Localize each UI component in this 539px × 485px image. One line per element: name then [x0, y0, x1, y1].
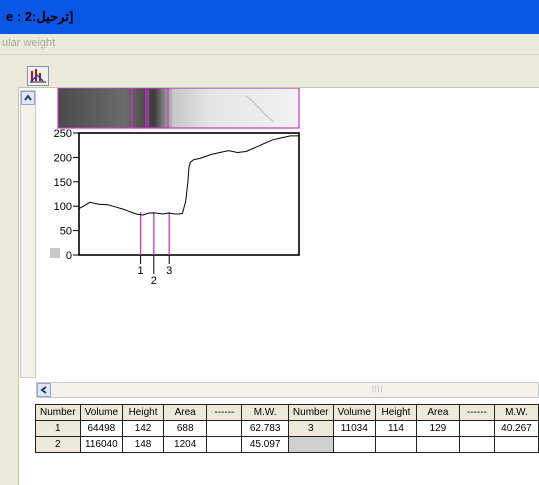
band-label-3: 3	[166, 265, 172, 277]
table-cell	[332, 436, 377, 453]
scroll-left-button[interactable]	[37, 383, 51, 397]
table-header-row: Number Volume Height Area ------ M.W. Number Vo…	[35, 404, 539, 421]
table-cell: 62.783	[241, 420, 289, 437]
zero-marker	[50, 248, 60, 258]
table-cell: 129	[415, 420, 460, 437]
column-header: Height	[122, 404, 164, 421]
table-cell: 1	[35, 420, 81, 437]
y-tick-label: 250	[54, 128, 72, 140]
y-tick-label: 0	[66, 250, 72, 262]
table-cell: 116040	[79, 436, 124, 453]
y-tick-label: 200	[54, 152, 72, 164]
table-cell: 2	[35, 436, 81, 453]
table-cell	[458, 436, 495, 453]
column-header: Volume	[332, 404, 377, 421]
subtitle-bar	[0, 34, 539, 55]
table-cell: 11034	[332, 420, 377, 437]
scroll-left-arrow-icon	[38, 384, 50, 396]
table-cell	[493, 436, 539, 453]
column-header: M.W.	[493, 404, 539, 421]
column-header: Area	[162, 404, 208, 421]
table-cell: 1204	[162, 436, 208, 453]
table-cell: 688	[162, 420, 208, 437]
column-header: ------	[458, 404, 495, 421]
table-cell: 142	[122, 420, 164, 437]
table-cell: 64498	[79, 420, 124, 437]
scrollbar-grip: ||||	[372, 386, 384, 393]
band-label-2: 2	[151, 275, 157, 287]
band-label-1: 1	[138, 265, 144, 277]
histogram-icon	[28, 67, 48, 85]
table-cell: 148	[122, 436, 164, 453]
window-title: e : 2:ترحيل]	[6, 9, 74, 24]
column-header: Area	[415, 404, 460, 421]
column-header: Number	[287, 404, 334, 421]
horizontal-scrollbar[interactable]	[36, 382, 539, 398]
histogram-button[interactable]	[27, 66, 49, 86]
column-header: Volume	[79, 404, 124, 421]
table-cell	[206, 420, 243, 437]
subtitle-text: ular weight	[2, 37, 56, 49]
table-cell	[375, 436, 417, 453]
gel-lane-image	[58, 88, 299, 128]
y-tick-label: 50	[60, 226, 72, 238]
table-cell	[287, 436, 334, 453]
left-panel	[0, 87, 19, 485]
table-cell: 40.267	[493, 420, 539, 437]
column-header: Number	[35, 404, 81, 421]
vertical-scrollbar[interactable]	[20, 90, 36, 378]
plot-frame	[78, 132, 300, 256]
table-row: 2 116040 148 1204 45.097	[35, 436, 539, 453]
table-cell: 114	[375, 420, 417, 437]
scroll-up-arrow-icon	[22, 92, 34, 104]
table-cell: 45.097	[241, 436, 289, 453]
table-cell: 3	[287, 420, 334, 437]
toolbar	[0, 55, 539, 88]
scroll-up-button[interactable]	[21, 91, 35, 105]
table-cell	[415, 436, 460, 453]
y-tick-label: 150	[54, 177, 72, 189]
column-header: Height	[375, 404, 417, 421]
table-row: 1 64498 142 688 62.783 3 11034 114 129 40.267	[35, 420, 539, 437]
column-header: M.W.	[241, 404, 289, 421]
results-table: Number Volume Height Area ------ M.W. Number Vo…	[35, 404, 539, 453]
column-header: ------	[206, 404, 243, 421]
table-cell	[458, 420, 495, 437]
densitometry-chart: 250 200 150 100 50 0 123	[50, 88, 300, 287]
title-bar	[0, 0, 539, 34]
table-cell	[206, 436, 243, 453]
y-tick-label: 100	[54, 201, 72, 213]
